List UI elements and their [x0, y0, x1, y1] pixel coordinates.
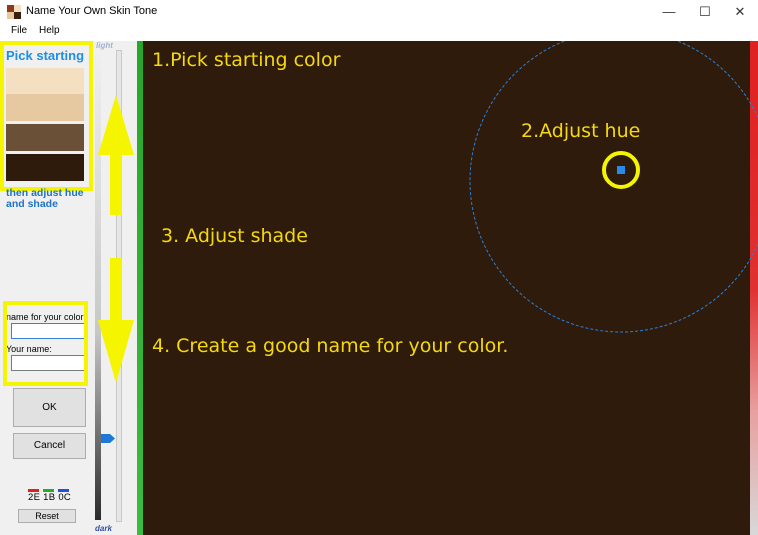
menu-file[interactable]: File	[11, 25, 27, 36]
slider-light-label: light	[96, 41, 113, 50]
cancel-button[interactable]: Cancel	[13, 433, 86, 459]
hue-wheel[interactable]	[137, 41, 758, 535]
maximize-icon[interactable]: ☐	[687, 0, 723, 24]
close-icon[interactable]: ✕	[722, 0, 758, 24]
annotation-step2: 2.Adjust hue	[521, 120, 641, 142]
hue-handle[interactable]	[617, 166, 625, 174]
minimize-icon[interactable]: —	[651, 0, 687, 24]
menu-bar: File Help	[0, 24, 758, 42]
annotation-step3: 3. Adjust shade	[161, 225, 308, 247]
instruction-bottom: then adjust hue and shade	[6, 187, 84, 210]
name-highlight-frame	[3, 301, 88, 386]
shade-slider-thumb[interactable]	[101, 434, 115, 443]
double-arrow-annotation	[98, 95, 134, 383]
reset-button[interactable]: Reset	[18, 509, 76, 523]
swatch-highlight-frame	[0, 41, 93, 191]
annotation-step1: 1.Pick starting color	[152, 49, 341, 71]
slider-dark-label: dark	[95, 524, 112, 533]
menu-help[interactable]: Help	[39, 25, 60, 36]
app-icon	[7, 5, 21, 19]
control-panel: Pick starting then adjust hue and shade …	[0, 41, 94, 535]
hex-value: 2E 1B 0C	[28, 492, 72, 503]
ok-button[interactable]: OK	[13, 388, 86, 427]
annotation-step4: 4. Create a good name for your color.	[152, 335, 509, 357]
window-title: Name Your Own Skin Tone	[26, 5, 158, 17]
title-bar: Name Your Own Skin Tone — ☐ ✕	[0, 0, 758, 24]
